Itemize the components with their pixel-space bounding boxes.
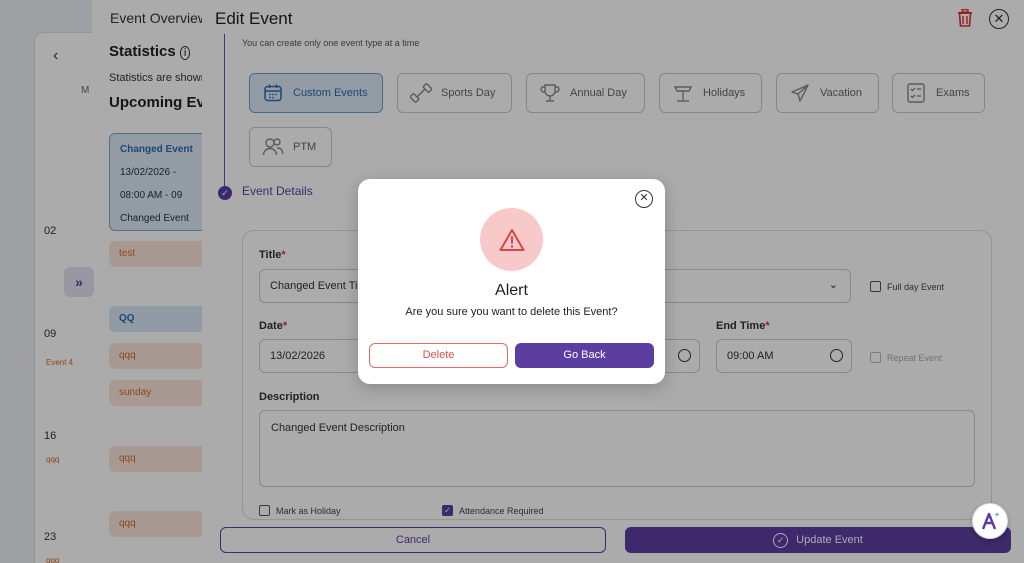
alert-message: Are you sure you want to delete this Eve… bbox=[405, 306, 618, 318]
assistant-logo-button[interactable] bbox=[972, 503, 1008, 539]
close-icon[interactable]: ✕ bbox=[635, 190, 653, 208]
go-back-button[interactable]: Go Back bbox=[515, 343, 654, 368]
alert-title: Alert bbox=[495, 282, 528, 299]
warning-icon bbox=[480, 208, 543, 271]
assistant-logo-icon bbox=[981, 512, 1000, 530]
alert-dialog: ✕ Alert Are you sure you want to delete … bbox=[358, 179, 665, 384]
delete-button[interactable]: Delete bbox=[369, 343, 508, 368]
